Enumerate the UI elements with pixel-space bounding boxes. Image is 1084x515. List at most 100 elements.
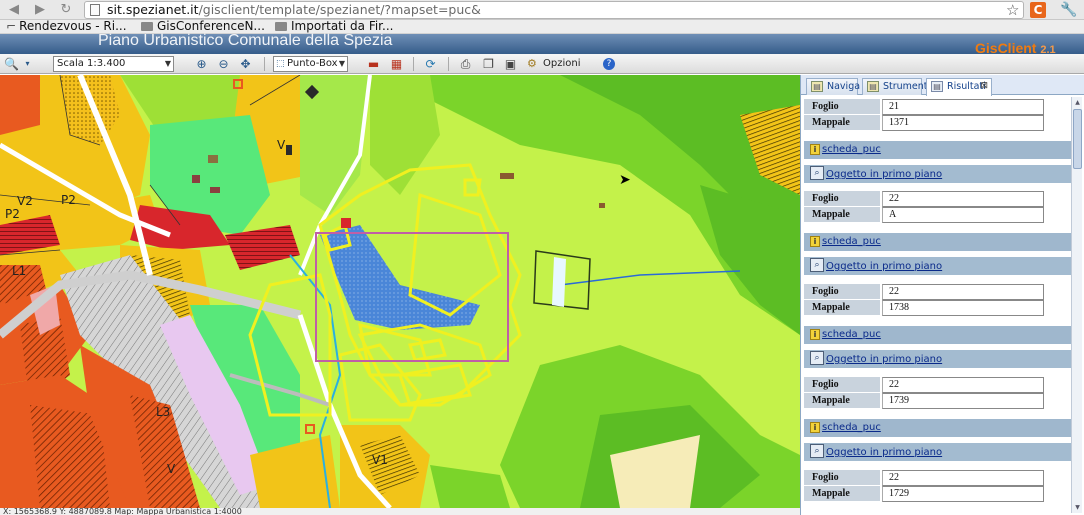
- forward-icon[interactable]: ▶: [32, 2, 48, 18]
- scroll-down-icon[interactable]: ▼: [1073, 503, 1082, 512]
- foglio-value: 21: [882, 99, 1044, 115]
- tab-risultati[interactable]: ▤ Risultati ⊠: [926, 78, 992, 96]
- oggetto-primo-piano-link[interactable]: ⌕ Oggetto in primo piano: [804, 257, 1071, 275]
- mappale-value: 1739: [882, 393, 1044, 409]
- mappale-value: 1371: [882, 115, 1044, 131]
- mappale-label: Mappale: [804, 115, 880, 131]
- foglio-label: Foglio: [804, 284, 880, 300]
- foglio-label: Foglio: [804, 99, 880, 115]
- foglio-value: 22: [882, 377, 1044, 393]
- zoom-in-icon[interactable]: ⊕: [194, 57, 209, 71]
- select-mode-dropdown[interactable]: ⬚ Punto-Box ▼: [273, 56, 348, 72]
- toolbar-divider: [448, 57, 449, 71]
- zone-label: V: [167, 462, 176, 476]
- zoom-out-icon[interactable]: ⊖: [216, 57, 231, 71]
- address-bar[interactable]: sit.spezianet.it/gisclient/template/spez…: [84, 1, 1024, 19]
- info-icon: i: [810, 329, 820, 340]
- toolbar-divider: [264, 57, 265, 71]
- scroll-up-icon[interactable]: ▲: [1073, 98, 1082, 107]
- table-row: Mappale 1738: [804, 300, 1071, 316]
- info-icon: i: [810, 422, 820, 433]
- mappale-value: 1738: [882, 300, 1044, 316]
- map-toolbar: 🔍 ▾ Scala 1:3.400 ▼ ⊕ ⊖ ✥ ⬚ Punto-Box ▼ …: [0, 54, 1084, 83]
- scroll-thumb[interactable]: [1073, 109, 1082, 169]
- map-status-bar: X: 1565368.9 Y: 4887089.8 Map: Mappa Urb…: [0, 508, 800, 515]
- panel-tabs: ▤ Naviga ▤ Strumenti ▤ Risultati ⊠: [801, 75, 1084, 96]
- oggetto-primo-piano-link[interactable]: ⌕ Oggetto in primo piano: [804, 443, 1071, 461]
- table-row: Mappale 1739: [804, 393, 1071, 409]
- tools-icon: ▤: [867, 81, 879, 92]
- zoom-to-feature-icon: ⌕: [810, 166, 824, 180]
- table-row: Foglio 22: [804, 377, 1071, 393]
- url-host: sit.spezianet.it: [107, 2, 199, 17]
- zoom-box-icon[interactable]: ✥: [238, 57, 253, 71]
- measure-line-icon[interactable]: ▬: [366, 57, 381, 71]
- table-row: Foglio 21: [804, 99, 1071, 115]
- map-canvas[interactable]: V V2 P2 P2 L1 L3 V V1 ➤: [0, 75, 800, 508]
- chevron-down-icon: ▼: [338, 59, 345, 68]
- foglio-value: 22: [882, 470, 1044, 486]
- back-icon[interactable]: ◀: [6, 2, 22, 18]
- bookmark-star-icon[interactable]: ☆: [1006, 1, 1019, 19]
- results-list: Foglio 21 Mappale 1371 i scheda_puc ⌕ Og…: [803, 97, 1071, 515]
- measure-area-icon[interactable]: ▦: [389, 57, 404, 71]
- result-table: Foglio 21 Mappale 1371: [804, 99, 1071, 131]
- table-row: Foglio 22: [804, 284, 1071, 300]
- result-table: Foglio 22 Mappale 1729: [804, 470, 1071, 502]
- table-row: Mappale 1371: [804, 115, 1071, 131]
- zoom-to-feature-icon: ⌕: [810, 258, 824, 272]
- chevron-down-icon[interactable]: ▾: [20, 57, 35, 71]
- cursor-icon: ➤: [619, 172, 631, 188]
- info-icon: i: [810, 144, 820, 155]
- mappale-label: Mappale: [804, 393, 880, 409]
- copy-icon[interactable]: ❐: [481, 57, 496, 71]
- page-title: Piano Urbanistico Comunale della Spezia: [98, 32, 393, 49]
- mappale-label: Mappale: [804, 486, 880, 502]
- table-row: Mappale 1729: [804, 486, 1071, 502]
- zone-label: V: [277, 138, 286, 152]
- zoning-map[interactable]: [0, 75, 800, 508]
- scheda-puc-link[interactable]: i scheda_puc: [804, 419, 1071, 437]
- scheda-puc-link[interactable]: i scheda_puc: [804, 326, 1071, 344]
- toolbar-divider: [413, 57, 414, 71]
- zoom-tool-icon[interactable]: 🔍: [4, 57, 19, 71]
- result-table: Foglio 22 Mappale 1738: [804, 284, 1071, 316]
- info-icon: i: [810, 236, 820, 247]
- url-path: /gisclient/template/spezianet/?mapset=pu…: [198, 2, 481, 17]
- mappale-value: 1729: [882, 486, 1044, 502]
- reload-icon[interactable]: ↻: [58, 2, 74, 18]
- select-icon: ⬚: [276, 59, 285, 69]
- extension-icon[interactable]: C: [1030, 2, 1046, 18]
- tab-naviga[interactable]: ▤ Naviga: [806, 78, 860, 95]
- table-row: Foglio 22: [804, 470, 1071, 486]
- help-icon[interactable]: ?: [603, 58, 615, 70]
- foglio-value: 22: [882, 191, 1044, 207]
- gear-icon: ⚙: [527, 57, 537, 70]
- wrench-icon[interactable]: 🔧: [1060, 1, 1077, 19]
- close-icon[interactable]: ⊠: [980, 79, 988, 94]
- result-table: Foglio 22 Mappale A: [804, 191, 1071, 223]
- results-scrollbar[interactable]: ▲ ▼: [1071, 97, 1082, 513]
- print-icon[interactable]: ⎙: [458, 57, 473, 71]
- scheda-puc-link[interactable]: i scheda_puc: [804, 233, 1071, 251]
- side-panel: ▤ Naviga ▤ Strumenti ▤ Risultati ⊠ Fogli…: [800, 75, 1084, 515]
- foglio-label: Foglio: [804, 191, 880, 207]
- scale-select[interactable]: Scala 1:3.400 ▼: [53, 56, 174, 72]
- mappale-label: Mappale: [804, 207, 880, 223]
- oggetto-primo-piano-link[interactable]: ⌕ Oggetto in primo piano: [804, 165, 1071, 183]
- zone-label: P2: [5, 207, 20, 221]
- export-icon[interactable]: ▣: [503, 57, 518, 71]
- mappale-label: Mappale: [804, 300, 880, 316]
- scheda-puc-link[interactable]: i scheda_puc: [804, 141, 1071, 159]
- mappale-value: A: [882, 207, 1044, 223]
- browser-toolbar: ◀ ▶ ↻ sit.spezianet.it/gisclient/templat…: [0, 0, 1084, 20]
- result-table: Foglio 22 Mappale 1739: [804, 377, 1071, 409]
- zone-label: L3: [156, 405, 171, 419]
- tab-strumenti[interactable]: ▤ Strumenti: [862, 78, 930, 95]
- options-dropdown[interactable]: ⚙ Opzioni ▾: [527, 56, 583, 83]
- refresh-icon[interactable]: ⟳: [423, 57, 438, 71]
- oggetto-primo-piano-link[interactable]: ⌕ Oggetto in primo piano: [804, 350, 1071, 368]
- page-icon: [90, 4, 100, 16]
- zone-label: V2: [17, 194, 33, 208]
- folder-icon: [141, 22, 153, 31]
